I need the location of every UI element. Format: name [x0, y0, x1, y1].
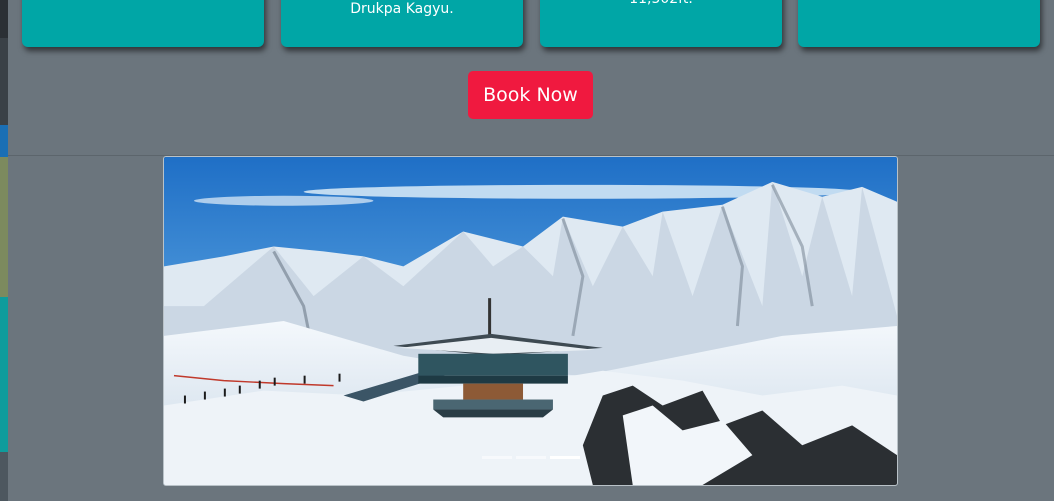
info-card-religion: Drukpa Kagyu.: [281, 0, 523, 47]
info-card-text: 11,502ft.: [540, 0, 782, 8]
background-strip: [0, 125, 8, 157]
info-card-altitude: 11,502ft.: [540, 0, 782, 47]
background-strip: [0, 297, 8, 452]
info-card: [798, 0, 1040, 47]
carousel-slide-image: [164, 157, 897, 485]
info-card-text: Drukpa Kagyu.: [350, 1, 454, 17]
carousel-indicator[interactable]: [481, 456, 512, 459]
background-strip: [0, 0, 8, 38]
carousel-indicator[interactable]: [515, 456, 546, 459]
background-page-edge: [0, 0, 8, 501]
info-card: [22, 0, 264, 47]
background-strip: [0, 157, 8, 297]
image-carousel[interactable]: [163, 156, 898, 486]
carousel-indicator-active[interactable]: [549, 456, 580, 459]
background-strip: [0, 452, 8, 501]
book-now-button[interactable]: Book Now: [468, 71, 593, 119]
carousel-indicators: [164, 456, 897, 459]
info-panel: Drukpa Kagyu. 11,502ft. Book Now: [8, 0, 1054, 156]
